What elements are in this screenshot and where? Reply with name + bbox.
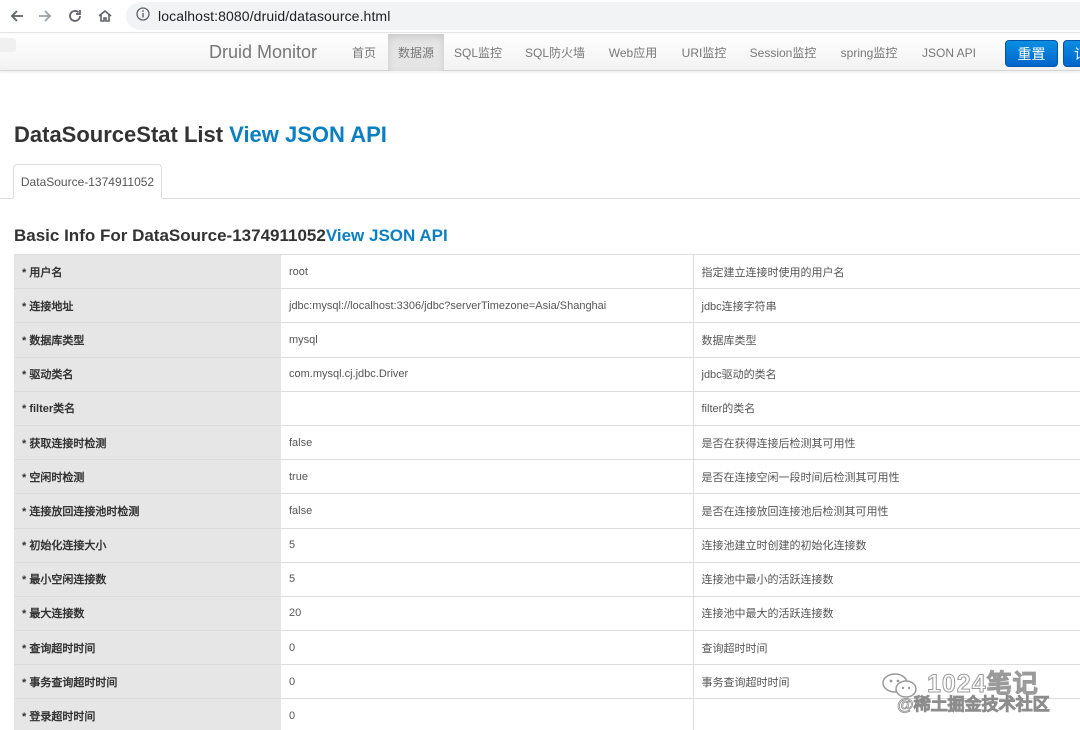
watermark: 1024笔记 @稀土掘金技术社区	[875, 664, 1080, 724]
row-description: filter的类名	[692, 390, 1080, 426]
table-row: * 最大连接数 20 连接池中最大的活跃连接数	[14, 595, 1080, 631]
row-label: * 登录超时时间	[14, 698, 281, 730]
watermark-subtitle: @稀土掘金技术社区	[897, 695, 1050, 715]
table-row: * 空闲时检测 true 是否在连接空闲一段时间后检测其可用性	[14, 459, 1080, 494]
row-description: jdbc连接字符串	[692, 288, 1080, 323]
nav-item-json-api[interactable]: JSON API	[912, 34, 986, 71]
nav-item-session-monitor[interactable]: Session监控	[740, 34, 826, 71]
nav-item-web-app[interactable]: Web应用	[598, 34, 668, 71]
table-row: * 最小空闲连接数 5 连接池中最小的活跃连接数	[14, 561, 1080, 597]
row-description: 连接池建立时创建的初始化连接数	[692, 527, 1080, 563]
nav-menu: 首页 数据源 SQL监控 SQL防火墙 Web应用 URI监控 Session监…	[340, 34, 986, 71]
brand-title[interactable]: Druid Monitor	[209, 42, 317, 63]
row-label: * filter类名	[14, 390, 281, 426]
home-icon[interactable]	[90, 1, 120, 31]
row-label: * 驱动类名	[14, 356, 281, 392]
address-bar[interactable]: localhost:8080/druid/datasource.html	[126, 2, 1080, 30]
row-value: false	[281, 493, 693, 528]
row-description: 查询超时时间	[692, 630, 1080, 665]
row-value: mysql	[281, 322, 693, 358]
row-value: 5	[281, 527, 693, 563]
tab-bar-border	[0, 198, 1080, 199]
row-label: * 连接放回连接池时检测	[14, 493, 281, 528]
row-description: 数据库类型	[692, 322, 1080, 358]
table-row: * 连接地址 jdbc:mysql://localhost:3306/jdbc?…	[14, 288, 1080, 323]
section-title: Basic Info For DataSource-1374911052View…	[14, 226, 448, 246]
row-description: 是否在获得连接后检测其可用性	[692, 424, 1080, 460]
row-description: 是否在连接放回连接池后检测其可用性	[692, 493, 1080, 528]
tab-datasource[interactable]: DataSource-1374911052	[13, 164, 162, 199]
row-value: 0	[281, 664, 693, 699]
table-row: * 获取连接时检测 false 是否在获得连接后检测其可用性	[14, 424, 1080, 460]
row-label: * 最小空闲连接数	[14, 561, 281, 597]
view-json-api-link[interactable]: View JSON API	[229, 122, 387, 147]
row-value: 0	[281, 698, 693, 730]
row-value: root	[281, 253, 693, 289]
info-icon[interactable]	[136, 6, 150, 26]
forward-arrow-icon[interactable]	[30, 1, 60, 31]
row-value: jdbc:mysql://localhost:3306/jdbc?serverT…	[281, 288, 693, 323]
row-label: * 空闲时检测	[14, 459, 281, 494]
page-title: DataSourceStat List View JSON API	[14, 122, 387, 148]
back-arrow-icon[interactable]	[2, 1, 32, 31]
row-label: * 连接地址	[14, 288, 281, 323]
row-label: * 用户名	[14, 253, 281, 289]
row-value: 20	[281, 595, 693, 631]
table-row: * filter类名 filter的类名	[14, 390, 1080, 426]
row-label: * 初始化连接大小	[14, 527, 281, 563]
section-json-api-link[interactable]: View JSON API	[326, 226, 448, 245]
nav-item-sql-monitor[interactable]: SQL监控	[444, 34, 512, 71]
reset-button[interactable]: 重置	[1005, 40, 1058, 67]
row-description: 指定建立连接时使用的用户名	[692, 253, 1080, 289]
nav-item-spring-monitor[interactable]: spring监控	[826, 34, 912, 71]
row-description: jdbc驱动的类名	[692, 356, 1080, 392]
table-row: * 初始化连接大小 5 连接池建立时创建的初始化连接数	[14, 527, 1080, 563]
nav-item-home[interactable]: 首页	[340, 34, 388, 71]
row-value: 5	[281, 561, 693, 597]
nav-item-datasource[interactable]: 数据源	[388, 34, 444, 71]
browser-toolbar: localhost:8080/druid/datasource.html	[0, 0, 1080, 33]
section-title-text: Basic Info For DataSource-1374911052	[14, 226, 326, 245]
table-row: * 驱动类名 com.mysql.cj.jdbc.Driver jdbc驱动的类…	[14, 356, 1080, 392]
row-label: * 数据库类型	[14, 322, 281, 358]
app-navbar: Druid Monitor 首页 数据源 SQL监控 SQL防火墙 Web应用 …	[0, 34, 1080, 71]
nav-item-sql-firewall[interactable]: SQL防火墙	[512, 34, 598, 71]
row-label: * 事务查询超时时间	[14, 664, 281, 699]
record-button[interactable]: 记	[1063, 40, 1080, 67]
row-description: 连接池中最大的活跃连接数	[692, 595, 1080, 631]
url-text[interactable]: localhost:8080/druid/datasource.html	[158, 8, 390, 24]
table-row: * 查询超时时间 0 查询超时时间	[14, 630, 1080, 665]
row-label: * 查询超时时间	[14, 630, 281, 665]
table-row: * 数据库类型 mysql 数据库类型	[14, 322, 1080, 358]
row-value: true	[281, 459, 693, 494]
row-description: 是否在连接空闲一段时间后检测其可用性	[692, 459, 1080, 494]
table-row: * 连接放回连接池时检测 false 是否在连接放回连接池后检测其可用性	[14, 493, 1080, 528]
row-label: * 获取连接时检测	[14, 424, 281, 460]
nav-item-uri-monitor[interactable]: URI监控	[668, 34, 740, 71]
basic-info-table: * 用户名 root 指定建立连接时使用的用户名 * 连接地址 jdbc:mys…	[14, 253, 1080, 730]
table-row: * 用户名 root 指定建立连接时使用的用户名	[14, 253, 1080, 289]
row-value	[281, 390, 693, 426]
page-title-text: DataSourceStat List	[14, 122, 230, 147]
row-value: 0	[281, 630, 693, 665]
row-description: 连接池中最小的活跃连接数	[692, 561, 1080, 597]
row-label: * 最大连接数	[14, 595, 281, 631]
row-value: com.mysql.cj.jdbc.Driver	[281, 356, 693, 392]
collapsed-menu-stub	[0, 38, 16, 52]
reload-icon[interactable]	[60, 1, 90, 31]
row-value: false	[281, 424, 693, 460]
